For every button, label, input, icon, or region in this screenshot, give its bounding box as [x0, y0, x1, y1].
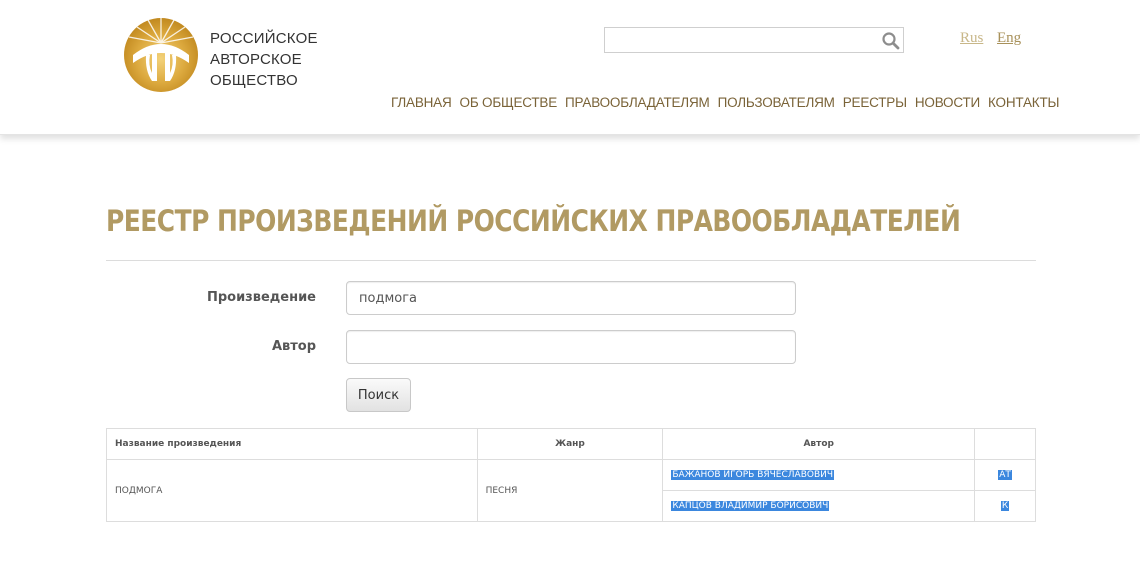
nav-item-about[interactable]: ОБ ОБЩЕСТВЕ [460, 95, 558, 110]
search-icon[interactable] [881, 31, 901, 51]
cell-role: К [974, 490, 1036, 522]
author-name: КАПЦОВ ВЛАДИМИР БОРИСОВИЧ [671, 501, 830, 511]
nav-item-users[interactable]: ПОЛЬЗОВАТЕЛЯМ [718, 95, 835, 110]
nav-item-news[interactable]: НОВОСТИ [915, 95, 980, 110]
cell-role: АТ [974, 459, 1036, 491]
site-search [604, 27, 904, 53]
cell-author: КАПЦОВ ВЛАДИМИР БОРИСОВИЧ [662, 490, 976, 522]
nav-item-rightholders[interactable]: ПРАВООБЛАДАТЕЛЯМ [565, 95, 710, 110]
cell-author: БАЖАНОВ ИГОРЬ ВЯЧЕСЛАВОВИЧ [662, 459, 976, 491]
logo-line-1: РОССИЙСКОЕ [210, 30, 318, 47]
results-table: Название произведения Жанр Автор ПОДМОГА… [106, 428, 1036, 522]
logo-emblem-icon[interactable] [121, 13, 201, 93]
header-title: Название произведения [106, 428, 478, 460]
logo-line-3: ОБЩЕСТВО [210, 72, 298, 89]
work-label: Произведение [206, 290, 316, 305]
cell-title: ПОДМОГА [106, 459, 478, 522]
author-role: К [1000, 501, 1010, 511]
author-name: БАЖАНОВ ИГОРЬ ВЯЧЕСЛАВОВИЧ [671, 470, 835, 480]
site-search-input[interactable] [605, 28, 875, 52]
table-header-row: Название произведения Жанр Автор [106, 428, 1036, 460]
header-role [974, 428, 1036, 460]
logo-line-2: АВТОРСКОЕ [210, 51, 302, 68]
lang-rus-link[interactable]: Rus [960, 30, 983, 47]
logo-text[interactable]: РОССИЙСКОЕ АВТОРСКОЕ ОБЩЕСТВО [210, 28, 318, 91]
author-role: АТ [998, 470, 1012, 480]
author-label: Автор [271, 339, 316, 354]
lang-eng-link[interactable]: Eng [997, 30, 1021, 47]
search-submit-button[interactable]: Поиск [346, 378, 411, 412]
author-input[interactable] [346, 330, 796, 364]
site-header: РОССИЙСКОЕ АВТОРСКОЕ ОБЩЕСТВО Rus Eng ГЛ… [0, 0, 1140, 135]
title-divider [106, 260, 1036, 261]
header-genre: Жанр [476, 428, 664, 460]
nav-item-contacts[interactable]: КОНТАКТЫ [988, 95, 1059, 110]
page-title: РЕЕСТР ПРОИЗВЕДЕНИЙ РОССИЙСКИХ ПРАВООБЛА… [106, 204, 961, 238]
work-input[interactable] [346, 281, 796, 315]
nav-item-home[interactable]: ГЛАВНАЯ [391, 95, 452, 110]
main-nav: ГЛАВНАЯ ОБ ОБЩЕСТВЕ ПРАВООБЛАДАТЕЛЯМ ПОЛ… [391, 95, 1067, 110]
header-author: Автор [662, 428, 976, 460]
nav-item-registries[interactable]: РЕЕСТРЫ [843, 95, 907, 110]
cell-genre: ПЕСНЯ [476, 459, 664, 522]
table-row: ПОДМОГА ПЕСНЯ БАЖАНОВ ИГОРЬ ВЯЧЕСЛАВОВИЧ… [106, 459, 1036, 522]
